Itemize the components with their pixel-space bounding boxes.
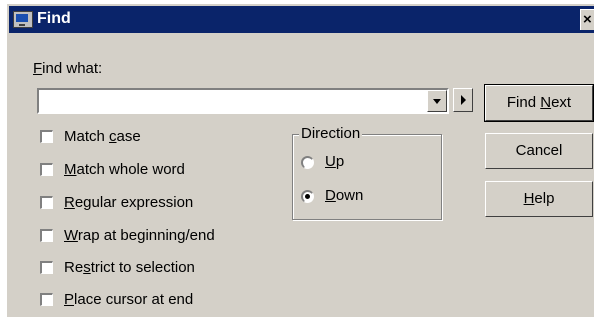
- radio-label: Up: [325, 153, 345, 170]
- checkbox-label: Regular expression: [64, 194, 194, 211]
- checkbox-label: Wrap at beginning/end: [64, 227, 215, 244]
- radio-circle[interactable]: [301, 156, 314, 169]
- checkbox-box[interactable]: [40, 293, 53, 306]
- find-dialog: Find × Find what: Find Next Cancel Help …: [6, 3, 594, 317]
- find-what-combobox[interactable]: [37, 88, 449, 114]
- dropdown-button[interactable]: [427, 90, 447, 112]
- checkbox-box[interactable]: [40, 196, 53, 209]
- radio-label: Down: [325, 187, 364, 204]
- checkbox-label: Restrict to selection: [64, 259, 195, 276]
- radio-circle[interactable]: [301, 190, 314, 203]
- title-bar[interactable]: Find ×: [9, 6, 594, 33]
- radio-selected-dot: [305, 194, 310, 199]
- checkbox-label: Match whole word: [64, 161, 185, 178]
- window-title: Find: [37, 10, 71, 27]
- triangle-right-icon: [461, 95, 466, 105]
- find-next-button[interactable]: Find Next: [484, 84, 594, 122]
- direction-group: Direction Up Down: [292, 125, 442, 220]
- help-button[interactable]: Help: [485, 181, 593, 217]
- direction-title: Direction: [299, 125, 363, 142]
- checkbox-box[interactable]: [40, 261, 53, 274]
- cancel-button[interactable]: Cancel: [485, 133, 593, 169]
- find-what-label: Find what:: [33, 60, 103, 77]
- special-chars-button[interactable]: [453, 88, 473, 112]
- checkbox-box[interactable]: [40, 130, 53, 143]
- monitor-icon: [13, 11, 33, 28]
- checkbox-box[interactable]: [40, 229, 53, 242]
- close-button[interactable]: ×: [580, 9, 594, 30]
- find-what-input[interactable]: [41, 91, 421, 109]
- checkbox-label: Match case: [64, 128, 141, 145]
- checkbox-label: Place cursor at end: [64, 291, 194, 308]
- chevron-down-icon: [433, 99, 441, 104]
- checkbox-box[interactable]: [40, 163, 53, 176]
